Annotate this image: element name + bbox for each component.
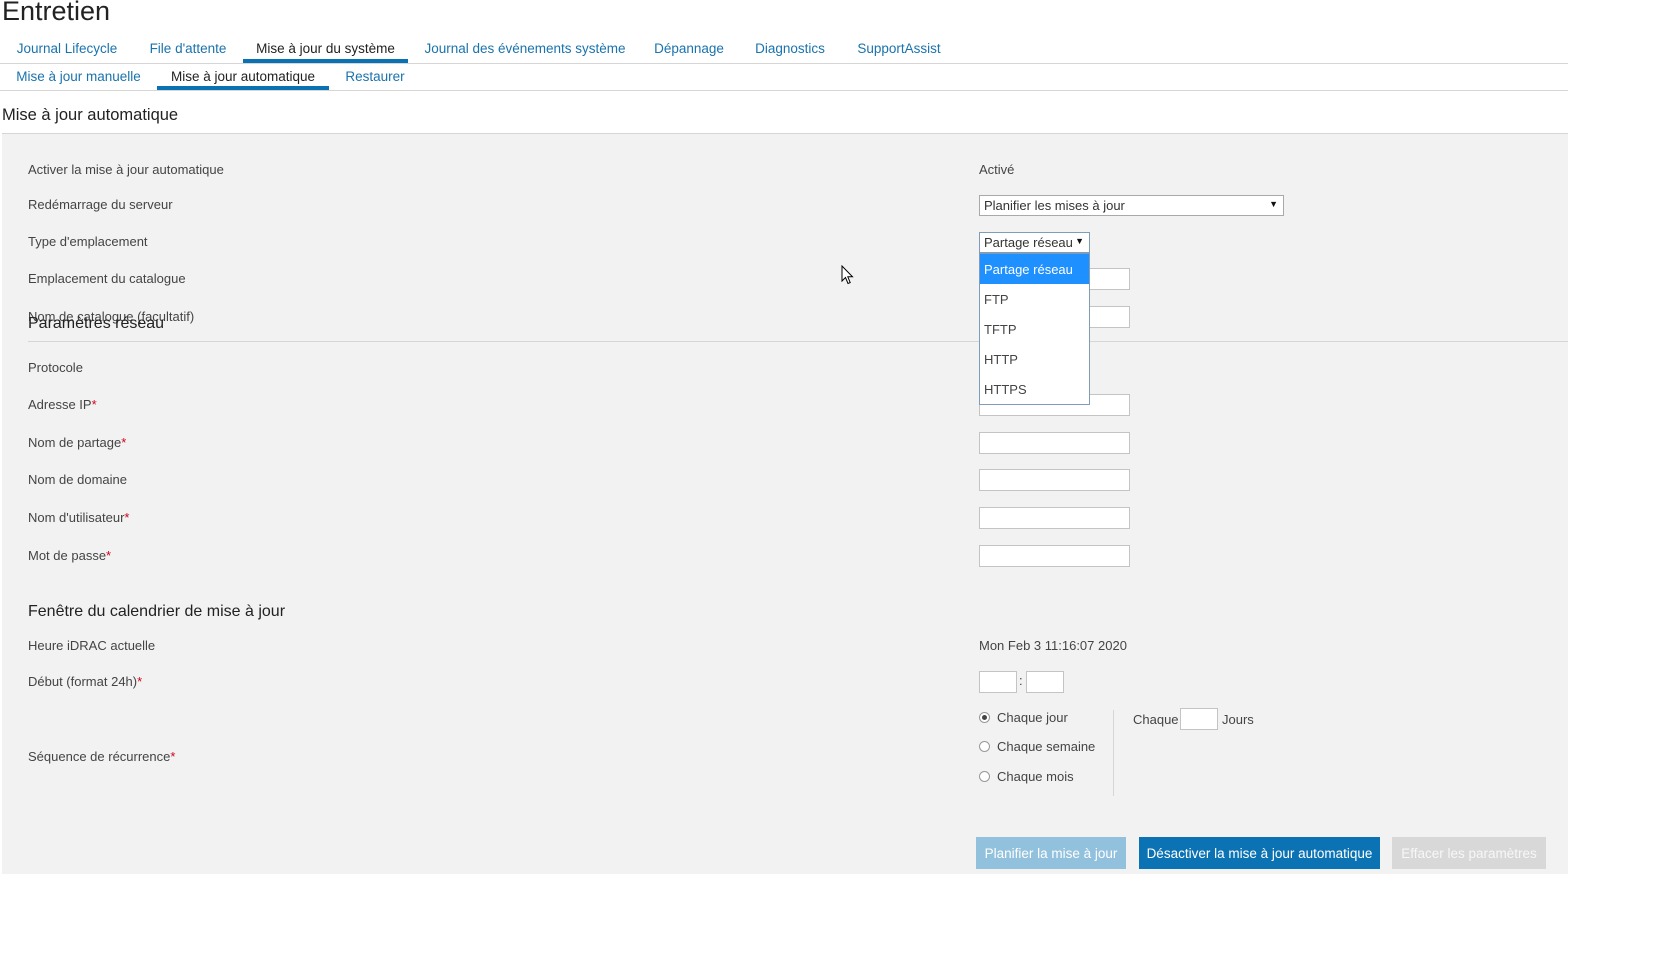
server-reboot-select[interactable]: Planifier les mises à jour ▼ — [979, 195, 1284, 216]
clear-settings-button[interactable]: Effacer les paramètres — [1392, 837, 1546, 869]
location-type-select[interactable]: Partage réseau ▼ — [979, 232, 1090, 253]
page-title: Entretien — [2, 0, 111, 26]
mouse-cursor-icon — [841, 265, 854, 285]
required-marker: * — [170, 749, 176, 764]
enable-auto-update-label: Activer la mise à jour automatique — [28, 162, 224, 177]
disable-auto-update-button[interactable]: Désactiver la mise à jour automatique — [1139, 837, 1380, 869]
tab-system-event-log[interactable]: Journal des événements système — [412, 36, 638, 63]
recurrence-monthly-option[interactable]: Chaque mois — [979, 769, 1074, 789]
server-reboot-selected-value: Planifier les mises à jour — [984, 198, 1125, 213]
subtab-restore[interactable]: Restaurer — [332, 64, 418, 90]
schedule-window-heading: Fenêtre du calendrier de mise à jour — [28, 603, 286, 620]
location-type-dropdown-list: Partage réseau FTP TFTP HTTP HTTPS — [979, 253, 1090, 405]
recurrence-label: Séquence de récurrence* — [28, 749, 176, 764]
schedule-update-button[interactable]: Planifier la mise à jour — [976, 837, 1126, 869]
required-marker: * — [124, 510, 130, 525]
recurrence-weekly-option[interactable]: Chaque semaine — [979, 739, 1095, 759]
location-type-selected-value: Partage réseau — [984, 235, 1073, 250]
required-marker: * — [106, 548, 112, 563]
share-name-label: Nom de partage* — [28, 435, 127, 450]
tab-supportassist[interactable]: SupportAssist — [843, 36, 955, 63]
domain-name-label: Nom de domaine — [28, 472, 127, 487]
ip-address-label: Adresse IP* — [28, 397, 97, 412]
tab-lifecycle-log[interactable]: Journal Lifecycle — [3, 36, 131, 63]
every-days-input[interactable] — [1180, 708, 1218, 730]
current-idrac-time-value: Mon Feb 3 11:16:07 2020 — [979, 638, 1127, 653]
recurrence-divider — [1113, 710, 1114, 796]
protocol-label: Protocole — [28, 360, 83, 375]
location-type-option-https[interactable]: HTTPS — [980, 374, 1089, 404]
location-type-option-http[interactable]: HTTP — [980, 344, 1089, 374]
network-settings-heading: Paramètres réseau — [28, 315, 165, 332]
current-idrac-time-label: Heure iDRAC actuelle — [28, 638, 156, 653]
chevron-down-icon: ▼ — [1075, 236, 1084, 246]
chevron-down-icon: ▼ — [1269, 199, 1278, 209]
tab-troubleshooting[interactable]: Dépannage — [642, 36, 736, 63]
domain-name-input[interactable] — [979, 469, 1130, 491]
start-hour-input[interactable] — [979, 671, 1017, 693]
every-suffix-label: Jours — [1222, 712, 1254, 727]
username-input[interactable] — [979, 507, 1130, 529]
tab-job-queue[interactable]: File d'attente — [135, 36, 241, 63]
main-tab-bar: Journal Lifecycle File d'attente Mise à … — [0, 36, 1568, 64]
radio-checked-icon[interactable] — [979, 712, 990, 723]
required-marker: * — [137, 674, 143, 689]
enable-auto-update-value: Activé — [979, 162, 1015, 177]
time-separator: : — [1019, 673, 1023, 688]
settings-panel — [2, 134, 1568, 874]
every-prefix-label: Chaque — [1133, 712, 1179, 727]
recurrence-daily-option[interactable]: Chaque jour — [979, 710, 1068, 730]
radio-unchecked-icon[interactable] — [979, 741, 990, 752]
radio-unchecked-icon[interactable] — [979, 771, 990, 782]
location-type-label: Type d'emplacement — [28, 234, 148, 249]
sub-tab-bar: Mise à jour manuelle Mise à jour automat… — [0, 64, 1568, 91]
location-type-option-ftp[interactable]: FTP — [980, 284, 1089, 314]
tab-system-update[interactable]: Mise à jour du système — [243, 36, 408, 63]
network-settings-divider — [28, 341, 1568, 342]
catalog-location-label: Emplacement du catalogue — [28, 271, 186, 286]
start-minute-input[interactable] — [1026, 671, 1064, 693]
username-label: Nom d'utilisateur* — [28, 510, 130, 525]
location-type-option-tftp[interactable]: TFTP — [980, 314, 1089, 344]
required-marker: * — [121, 435, 127, 450]
password-input[interactable] — [979, 545, 1130, 567]
required-marker: * — [91, 397, 97, 412]
server-reboot-label: Redémarrage du serveur — [28, 197, 173, 212]
section-title: Mise à jour automatique — [2, 106, 179, 124]
subtab-automatic-update[interactable]: Mise à jour automatique — [157, 64, 329, 90]
location-type-option-network-share[interactable]: Partage réseau — [980, 254, 1089, 284]
tab-diagnostics[interactable]: Diagnostics — [741, 36, 839, 63]
start-time-label: Début (format 24h)* — [28, 674, 143, 689]
password-label: Mot de passe* — [28, 548, 112, 563]
share-name-input[interactable] — [979, 432, 1130, 454]
subtab-manual-update[interactable]: Mise à jour manuelle — [3, 64, 154, 90]
